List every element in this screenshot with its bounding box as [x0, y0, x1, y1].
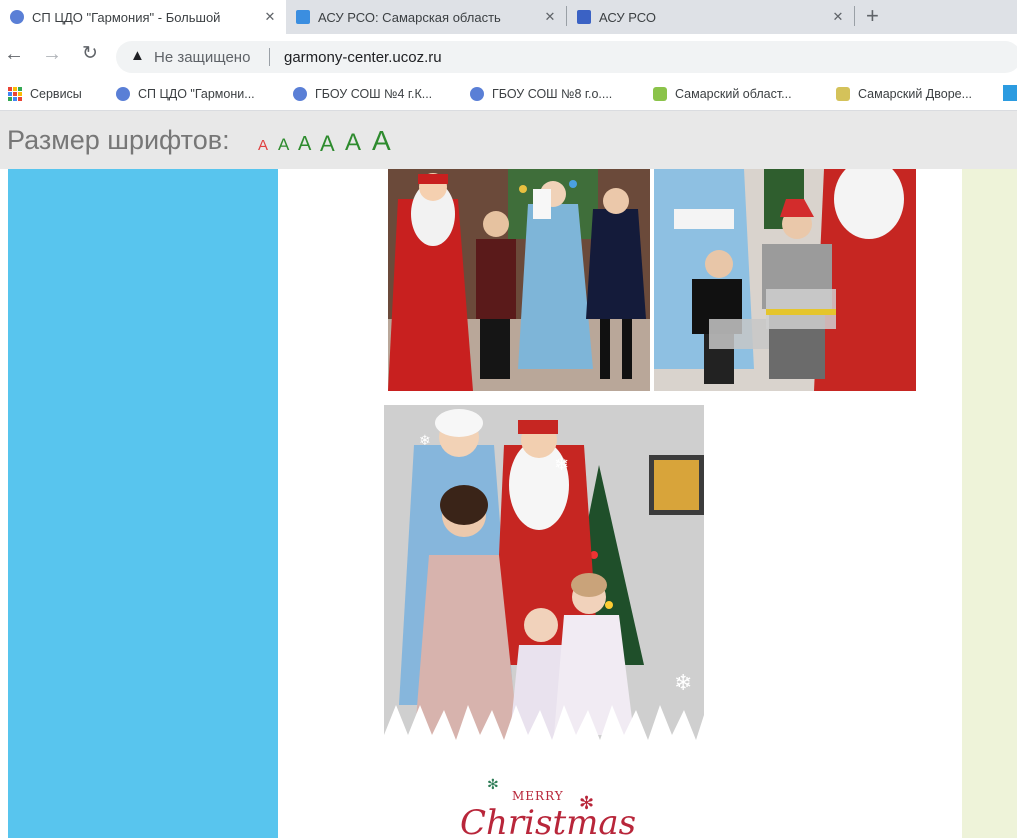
page-edge [0, 169, 8, 838]
address-bar[interactable]: ▲ Не защищено garmony-center.ucoz.ru [116, 41, 1017, 73]
photo-image [388, 169, 650, 391]
content-area: ❄ ❄ ❄ ✻ ✻ MERRY Christmas [278, 169, 962, 838]
close-tab-icon[interactable]: ✕ [262, 9, 278, 25]
bookmark-services[interactable]: Сервисы [8, 85, 82, 103]
svg-text:❄: ❄ [674, 671, 692, 696]
photo-image: ❄ ❄ ❄ ✻ ✻ [384, 405, 704, 838]
font-size-option-1[interactable]: A [258, 137, 268, 154]
site-icon [470, 87, 484, 101]
card-merry-text: MERRY [512, 789, 564, 803]
bookmark-samara-regional[interactable]: Самарский област... [653, 85, 792, 103]
photo-family-with-santa[interactable] [388, 169, 650, 391]
bookmark-label: СП ЦДО "Гармони... [138, 87, 255, 101]
bookmark-label: Самарский област... [675, 87, 792, 101]
bookmark-school-4[interactable]: ГБОУ СОШ №4 г.К... [293, 85, 432, 103]
site-favicon-icon [296, 10, 310, 24]
tab-garmonia[interactable]: СП ЦДО "Гармония" - Большой ✕ [0, 0, 286, 34]
close-tab-icon[interactable]: ✕ [542, 9, 558, 25]
tab-title: СП ЦДО "Гармония" - Большой [32, 9, 221, 25]
photo-christmas-card[interactable]: ❄ ❄ ❄ ✻ ✻ MERRY Christmas [384, 405, 704, 838]
photo-image [654, 169, 916, 391]
site-icon [653, 87, 667, 101]
site-icon [116, 87, 130, 101]
font-size-bar: Размер шрифтов: A A A A A A [0, 111, 1017, 169]
security-status[interactable]: Не защищено [154, 49, 250, 66]
reload-icon[interactable]: ↻ [78, 42, 102, 66]
tab-divider [854, 6, 855, 26]
site-icon [293, 87, 307, 101]
warning-triangle-icon[interactable]: ▲ [130, 47, 145, 64]
tab-asu-rso[interactable]: АСУ РСО ✕ [567, 0, 854, 34]
new-tab-button[interactable]: + [866, 0, 879, 34]
right-sidebar-column [962, 169, 1017, 838]
font-size-label: Размер шрифтов: [7, 125, 230, 155]
font-size-option-5[interactable]: A [345, 129, 361, 157]
bookmark-label: Самарский Дворе... [858, 87, 973, 101]
site-favicon-icon [10, 10, 24, 24]
font-size-option-4[interactable]: A [320, 131, 335, 157]
tab-title: АСУ РСО [599, 9, 656, 25]
forward-arrow-icon[interactable]: → [40, 42, 64, 66]
svg-text:❄: ❄ [554, 454, 569, 475]
left-sidebar-column [8, 169, 278, 838]
tab-strip: СП ЦДО "Гармония" - Большой ✕ АСУ РСО: С… [0, 0, 1017, 34]
font-size-option-6[interactable]: A [372, 125, 391, 157]
site-icon [836, 87, 850, 101]
site-favicon-icon [577, 10, 591, 24]
browser-toolbar: ← → ↻ ▲ Не защищено garmony-center.ucoz.… [0, 34, 1017, 78]
tab-asu-rso-samara[interactable]: АСУ РСО: Самарская область ✕ [286, 0, 566, 34]
font-size-option-3[interactable]: A [298, 133, 311, 156]
url-text[interactable]: garmony-center.ucoz.ru [284, 49, 442, 66]
bookmark-label: ГБОУ СОШ №4 г.К... [315, 87, 433, 101]
bookmark-school-8[interactable]: ГБОУ СОШ №8 г.о.... [470, 85, 612, 103]
bookmark-garmonia[interactable]: СП ЦДО "Гармони... [116, 85, 255, 103]
bookmarks-bar: Сервисы СП ЦДО "Гармони... ГБОУ СОШ №4 г… [0, 78, 1017, 111]
tab-title: АСУ РСО: Самарская область [318, 9, 501, 25]
bookmark-samara-palace[interactable]: Самарский Дворе... [836, 85, 972, 103]
url-divider [269, 48, 270, 66]
back-arrow-icon[interactable]: ← [2, 42, 26, 66]
apps-icon [8, 87, 22, 101]
bookmark-label: Сервисы [30, 87, 82, 101]
svg-text:❄: ❄ [419, 433, 431, 449]
photo-boys-with-gifts[interactable] [654, 169, 916, 391]
svg-text:✻: ✻ [487, 777, 499, 793]
close-tab-icon[interactable]: ✕ [830, 9, 846, 25]
bookmark-overflow-icon[interactable] [1003, 85, 1017, 101]
card-christmas-text: Christmas [460, 803, 637, 838]
bookmark-label: ГБОУ СОШ №8 г.о.... [492, 87, 613, 101]
font-size-option-2[interactable]: A [278, 135, 289, 155]
